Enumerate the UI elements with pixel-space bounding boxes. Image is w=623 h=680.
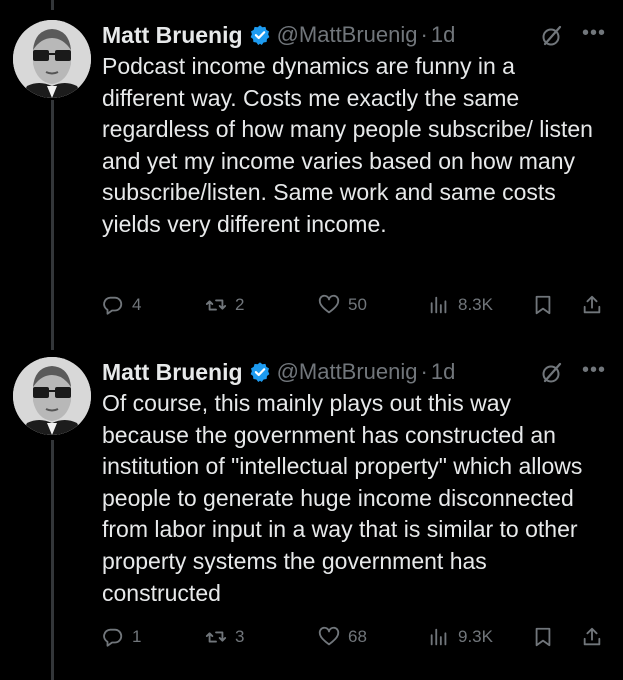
verified-badge-icon <box>249 361 271 383</box>
author-name[interactable]: Matt Bruenig <box>102 22 243 49</box>
view-count: 8.3K <box>458 295 493 314</box>
reply-button[interactable]: 1 <box>102 622 141 652</box>
views-button[interactable]: 8.3K <box>428 290 493 320</box>
reply-count: 4 <box>132 295 142 314</box>
views-icon <box>430 628 447 646</box>
views-button[interactable]: 9.3K <box>428 622 493 652</box>
avatar[interactable] <box>13 357 91 435</box>
repost-button[interactable]: 2 <box>205 290 244 320</box>
repost-icon <box>205 299 227 311</box>
more-icon[interactable]: ••• <box>582 359 606 382</box>
reply-count: 1 <box>132 627 142 646</box>
repost-count: 2 <box>235 295 245 314</box>
avatar[interactable] <box>13 20 91 98</box>
bookmark-icon <box>535 627 551 647</box>
view-count: 9.3K <box>458 627 493 646</box>
reply-button[interactable]: 4 <box>102 290 141 320</box>
share-button[interactable] <box>581 622 603 652</box>
tweet-actions: 4 2 50 8.3K <box>102 290 612 320</box>
like-button[interactable]: 50 <box>318 290 367 320</box>
author-name[interactable]: Matt Bruenig <box>102 359 243 386</box>
tweet[interactable]: Matt Bruenig @MattBruenig · 1d ••• Of co… <box>0 355 623 680</box>
share-button[interactable] <box>581 290 603 320</box>
author-handle[interactable]: @MattBruenig <box>277 359 418 385</box>
grok-icon[interactable] <box>540 24 564 48</box>
verified-badge-icon <box>249 24 271 46</box>
share-icon <box>583 627 601 646</box>
like-button[interactable]: 68 <box>318 622 367 652</box>
tweet-header: Matt Bruenig @MattBruenig · 1d <box>102 355 455 389</box>
tweet[interactable]: Matt Bruenig @MattBruenig · 1d ••• Podca… <box>0 18 623 336</box>
bookmark-button[interactable] <box>532 290 554 320</box>
reply-icon <box>103 296 123 315</box>
tweet-header: Matt Bruenig @MattBruenig · 1d <box>102 18 455 52</box>
reply-icon <box>103 628 123 647</box>
views-icon <box>430 296 447 314</box>
separator-dot: · <box>420 22 428 47</box>
author-handle[interactable]: @MattBruenig <box>277 22 418 48</box>
bookmark-button[interactable] <box>532 622 554 652</box>
repost-count: 3 <box>235 627 245 646</box>
timestamp[interactable]: 1d <box>431 359 455 385</box>
tweet-actions: 1 3 68 9.3K <box>102 622 612 652</box>
like-icon <box>318 294 340 314</box>
share-icon <box>583 295 601 314</box>
separator-dot: · <box>420 359 428 384</box>
grok-icon[interactable] <box>540 361 564 385</box>
tweet-text: Podcast income dynamics are funny in a d… <box>102 53 593 237</box>
like-count: 68 <box>348 627 367 646</box>
repost-icon <box>205 631 227 643</box>
more-icon[interactable]: ••• <box>582 22 606 45</box>
bookmark-icon <box>535 295 551 315</box>
repost-button[interactable]: 3 <box>205 622 244 652</box>
timestamp[interactable]: 1d <box>431 22 455 48</box>
like-count: 50 <box>348 295 367 314</box>
thread-line-top <box>51 0 54 10</box>
like-icon <box>318 626 340 646</box>
tweet-text: Of course, this mainly plays out this wa… <box>102 390 583 606</box>
